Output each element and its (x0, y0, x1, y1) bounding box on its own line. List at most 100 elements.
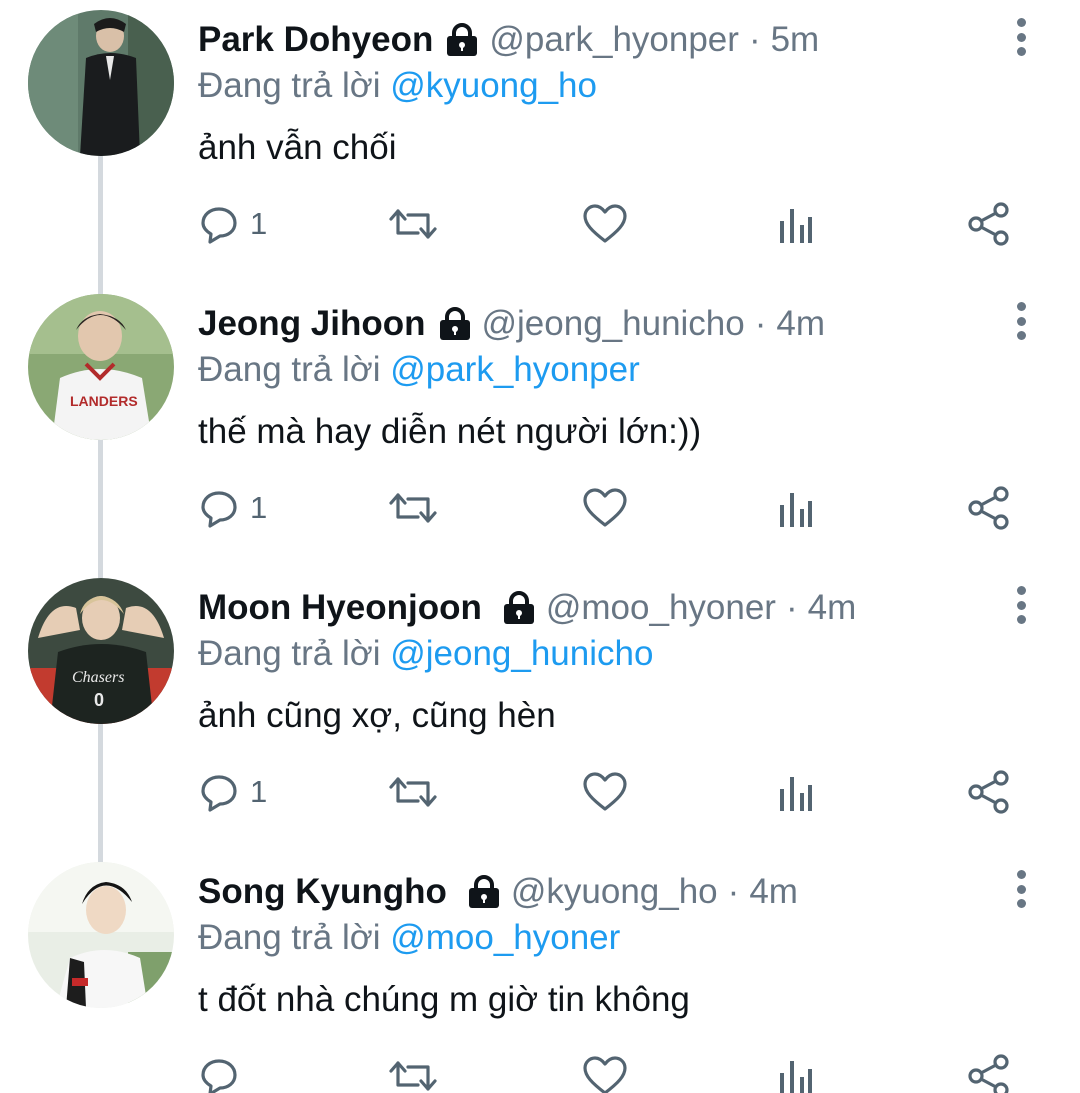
tweet[interactable]: LANDERS Jeong Jihoon @jeong_hunicho · 4m… (0, 284, 1080, 568)
like-icon (582, 203, 628, 245)
replying-to-label: Đang trả lời (198, 918, 381, 957)
tweet-header: Moon Hyeonjoon @moo_hyoner · 4m (198, 584, 856, 632)
display-name[interactable]: Song Kyungho (198, 868, 447, 916)
share-button[interactable] (966, 196, 1012, 252)
share-icon (966, 201, 1012, 247)
reply-icon (198, 1055, 240, 1093)
tweet[interactable]: Park Dohyeon @park_hyonper · 5m Đang trả… (0, 0, 1080, 284)
analytics-button[interactable] (776, 480, 816, 536)
replying-to-label: Đang trả lời (198, 634, 381, 673)
like-button[interactable] (582, 1048, 628, 1093)
share-button[interactable] (966, 764, 1012, 820)
action-bar (0, 1048, 1080, 1093)
svg-text:Chasers: Chasers (72, 669, 124, 686)
analytics-button[interactable] (776, 1048, 816, 1093)
retweet-icon (388, 1055, 438, 1093)
mention-link[interactable]: @jeong_hunicho (390, 634, 653, 673)
reply-count: 1 (250, 206, 268, 241)
action-bar: 1 (0, 764, 1080, 820)
replying-to-label: Đang trả lời (198, 66, 381, 105)
share-button[interactable] (966, 1048, 1012, 1093)
lock-icon (436, 307, 474, 341)
retweet-icon (388, 487, 438, 529)
reply-icon (198, 771, 240, 813)
like-button[interactable] (582, 764, 628, 820)
tweet-thread: Park Dohyeon @park_hyonper · 5m Đang trả… (0, 0, 1080, 1093)
share-icon (966, 1053, 1012, 1093)
svg-text:LANDERS: LANDERS (70, 393, 138, 409)
like-button[interactable] (582, 480, 628, 536)
tweet-text: thế mà hay diễn nét người lớn:)) (198, 412, 702, 451)
timestamp[interactable]: 4m (808, 584, 857, 632)
lock-icon (465, 875, 503, 909)
reply-button[interactable] (198, 1048, 250, 1093)
like-icon (582, 771, 628, 813)
user-handle[interactable]: @moo_hyoner (546, 584, 776, 632)
svg-text:0: 0 (94, 690, 104, 710)
retweet-icon (388, 771, 438, 813)
analytics-icon (776, 487, 816, 529)
reply-button[interactable]: 1 (198, 480, 267, 536)
mention-link[interactable]: @moo_hyoner (390, 918, 620, 957)
timestamp[interactable]: 5m (771, 16, 820, 64)
reply-count: 1 (250, 490, 268, 525)
action-bar: 1 (0, 196, 1080, 252)
tweet-text: t đốt nhà chúng m giờ tin không (198, 980, 690, 1019)
mention-link[interactable]: @kyuong_ho (390, 66, 597, 105)
separator: · (754, 304, 767, 343)
like-icon (582, 487, 628, 529)
avatar[interactable]: Chasers 0 (28, 578, 174, 724)
replying-to-label: Đang trả lời (198, 350, 381, 389)
tweet-header: Song Kyungho @kyuong_ho · 4m (198, 868, 798, 916)
lock-icon (500, 591, 538, 625)
display-name[interactable]: Jeong Jihoon (198, 300, 426, 348)
share-icon (966, 485, 1012, 531)
mention-link[interactable]: @park_hyonper (390, 350, 640, 389)
avatar[interactable] (28, 10, 174, 156)
analytics-icon (776, 1055, 816, 1093)
user-handle[interactable]: @kyuong_ho (511, 868, 718, 916)
tweet-header: Jeong Jihoon @jeong_hunicho · 4m (198, 300, 825, 348)
timestamp[interactable]: 4m (776, 300, 825, 348)
analytics-button[interactable] (776, 764, 816, 820)
like-button[interactable] (582, 196, 628, 252)
analytics-icon (776, 771, 816, 813)
retweet-icon (388, 203, 438, 245)
tweet-text: ảnh vẫn chối (198, 128, 397, 167)
replying-to: Đang trả lời @park_hyonper (198, 348, 640, 392)
reply-count: 1 (250, 774, 268, 809)
replying-to: Đang trả lời @moo_hyoner (198, 916, 620, 960)
display-name[interactable]: Park Dohyeon (198, 16, 433, 64)
tweet[interactable]: Chasers 0 Moon Hyeonjoon @moo_hyoner · 4… (0, 568, 1080, 852)
separator: · (748, 20, 761, 59)
replying-to: Đang trả lời @jeong_hunicho (198, 632, 653, 676)
reply-icon (198, 203, 240, 245)
user-handle[interactable]: @jeong_hunicho (482, 300, 745, 348)
more-options-icon[interactable] (1008, 868, 1034, 910)
retweet-button[interactable] (388, 764, 438, 820)
avatar[interactable]: LANDERS (28, 294, 174, 440)
separator: · (785, 588, 798, 627)
tweet-text: ảnh cũng xợ, cũng hèn (198, 696, 556, 735)
share-button[interactable] (966, 480, 1012, 536)
display-name[interactable]: Moon Hyeonjoon (198, 584, 482, 632)
reply-button[interactable]: 1 (198, 196, 267, 252)
replying-to: Đang trả lời @kyuong_ho (198, 64, 597, 108)
reply-button[interactable]: 1 (198, 764, 267, 820)
timestamp[interactable]: 4m (749, 868, 798, 916)
lock-icon (443, 23, 481, 57)
retweet-button[interactable] (388, 196, 438, 252)
more-options-icon[interactable] (1008, 300, 1034, 342)
analytics-button[interactable] (776, 196, 816, 252)
share-icon (966, 769, 1012, 815)
retweet-button[interactable] (388, 1048, 438, 1093)
avatar[interactable] (28, 862, 174, 1008)
analytics-icon (776, 203, 816, 245)
more-options-icon[interactable] (1008, 16, 1034, 58)
retweet-button[interactable] (388, 480, 438, 536)
tweet[interactable]: Song Kyungho @kyuong_ho · 4m Đang trả lờ… (0, 852, 1080, 1093)
user-handle[interactable]: @park_hyonper (489, 16, 739, 64)
separator: · (727, 872, 740, 911)
more-options-icon[interactable] (1008, 584, 1034, 626)
like-icon (582, 1055, 628, 1093)
